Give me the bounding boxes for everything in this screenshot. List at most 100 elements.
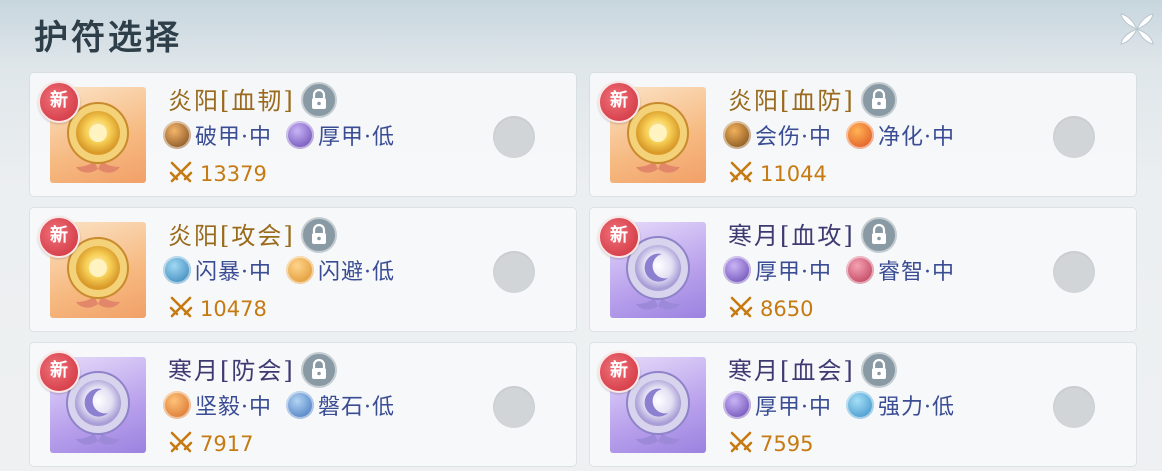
attribute-item: 闪暴·中 xyxy=(163,254,272,286)
select-radio[interactable] xyxy=(1053,251,1095,293)
amulet-name: 炎阳[血韧] xyxy=(168,87,295,115)
select-radio[interactable] xyxy=(493,116,535,158)
crossed-swords-icon xyxy=(168,159,200,189)
select-radio[interactable] xyxy=(493,251,535,293)
combat-power-value: 10478 xyxy=(200,297,267,321)
boulder-icon xyxy=(286,391,314,419)
new-badge: 新 xyxy=(38,81,80,123)
thick-armor-icon xyxy=(723,256,751,284)
attribute-label: 磐石·低 xyxy=(318,395,395,420)
new-badge: 新 xyxy=(598,216,640,258)
select-radio[interactable] xyxy=(493,386,535,428)
crossed-swords-icon xyxy=(168,429,200,459)
wisdom-icon xyxy=(846,256,874,284)
attribute-label: 厚甲·中 xyxy=(755,260,832,285)
attribute-item: 磐石·低 xyxy=(286,389,395,421)
new-badge: 新 xyxy=(38,216,80,258)
attribute-list: 厚甲·中 强力·低 xyxy=(723,389,969,421)
lock-icon xyxy=(303,84,335,116)
crit-damage-icon xyxy=(723,121,751,149)
resolute-icon xyxy=(163,391,191,419)
combat-power-value: 8650 xyxy=(760,297,814,321)
thick-armor-icon xyxy=(286,121,314,149)
attribute-label: 闪避·低 xyxy=(318,260,395,285)
lock-button[interactable] xyxy=(301,217,337,253)
attribute-label: 破甲·中 xyxy=(195,125,272,150)
attribute-item: 闪避·低 xyxy=(286,254,395,286)
new-badge: 新 xyxy=(598,351,640,393)
attribute-label: 睿智·中 xyxy=(878,260,955,285)
lock-button[interactable] xyxy=(861,352,897,388)
combat-power: 7595 xyxy=(728,429,813,459)
attribute-item: 会伤·中 xyxy=(723,119,832,151)
new-badge: 新 xyxy=(38,351,80,393)
attribute-list: 坚毅·中 磐石·低 xyxy=(163,389,409,421)
attribute-label: 厚甲·低 xyxy=(318,125,395,150)
amulet-card[interactable]: 新 炎阳[血韧] 破甲·中 厚甲·低 13379 xyxy=(30,73,576,196)
combat-power-value: 7595 xyxy=(760,432,814,456)
crossed-swords-icon xyxy=(728,159,760,189)
lock-icon xyxy=(303,354,335,386)
attribute-item: 厚甲·低 xyxy=(286,119,395,151)
amulet-name: 寒月[防会] xyxy=(168,357,295,385)
lock-button[interactable] xyxy=(861,82,897,118)
flash-burst-icon xyxy=(163,256,191,284)
attribute-label: 会伤·中 xyxy=(755,125,832,150)
attribute-item: 破甲·中 xyxy=(163,119,272,151)
amulet-name: 炎阳[攻会] xyxy=(168,222,295,250)
crossed-swords-icon xyxy=(728,294,760,324)
select-radio[interactable] xyxy=(1053,116,1095,158)
lock-button[interactable] xyxy=(861,217,897,253)
attribute-label: 强力·低 xyxy=(878,395,955,420)
purify-icon xyxy=(846,121,874,149)
crossed-swords-icon xyxy=(728,429,760,459)
attribute-list: 会伤·中 净化·中 xyxy=(723,119,969,151)
attribute-item: 坚毅·中 xyxy=(163,389,272,421)
attribute-item: 强力·低 xyxy=(846,389,955,421)
attribute-list: 破甲·中 厚甲·低 xyxy=(163,119,409,151)
lock-icon xyxy=(863,84,895,116)
amulet-card[interactable]: 新 炎阳[攻会] 闪暴·中 闪避·低 10478 xyxy=(30,208,576,331)
combat-power-value: 11044 xyxy=(760,162,827,186)
lock-icon xyxy=(863,354,895,386)
combat-power-value: 13379 xyxy=(200,162,267,186)
combat-power-value: 7917 xyxy=(200,432,254,456)
lock-button[interactable] xyxy=(301,352,337,388)
amulet-list: 新 炎阳[血韧] 破甲·中 厚甲·低 13379 新 炎阳[血防] 会伤·中 净化·中 11044… xyxy=(30,73,1140,471)
close-icon xyxy=(1120,13,1154,45)
attribute-item: 睿智·中 xyxy=(846,254,955,286)
amulet-card[interactable]: 新 寒月[血会] 厚甲·中 强力·低 7595 xyxy=(590,343,1136,466)
lock-button[interactable] xyxy=(301,82,337,118)
amulet-name: 炎阳[血防] xyxy=(728,87,855,115)
new-badge: 新 xyxy=(598,81,640,123)
amulet-name: 寒月[血会] xyxy=(728,357,855,385)
attribute-list: 厚甲·中 睿智·中 xyxy=(723,254,969,286)
attribute-item: 厚甲·中 xyxy=(723,389,832,421)
strength-icon xyxy=(846,391,874,419)
attribute-label: 净化·中 xyxy=(878,125,955,150)
combat-power: 11044 xyxy=(728,159,827,189)
close-button[interactable] xyxy=(1118,10,1156,48)
combat-power: 10478 xyxy=(168,294,267,324)
attribute-list: 闪暴·中 闪避·低 xyxy=(163,254,409,286)
page-title: 护符选择 xyxy=(34,18,182,58)
amulet-card[interactable]: 新 炎阳[血防] 会伤·中 净化·中 11044 xyxy=(590,73,1136,196)
attribute-label: 厚甲·中 xyxy=(755,395,832,420)
attribute-item: 厚甲·中 xyxy=(723,254,832,286)
combat-power: 8650 xyxy=(728,294,813,324)
thick-armor-icon xyxy=(723,391,751,419)
lock-icon xyxy=(863,219,895,251)
lock-icon xyxy=(303,219,335,251)
attribute-label: 坚毅·中 xyxy=(195,395,272,420)
dodge-icon xyxy=(286,256,314,284)
amulet-name: 寒月[血攻] xyxy=(728,222,855,250)
crossed-swords-icon xyxy=(168,294,200,324)
select-radio[interactable] xyxy=(1053,386,1095,428)
break-armor-icon xyxy=(163,121,191,149)
combat-power: 13379 xyxy=(168,159,267,189)
attribute-item: 净化·中 xyxy=(846,119,955,151)
combat-power: 7917 xyxy=(168,429,253,459)
amulet-card[interactable]: 新 寒月[血攻] 厚甲·中 睿智·中 8650 xyxy=(590,208,1136,331)
amulet-card[interactable]: 新 寒月[防会] 坚毅·中 磐石·低 7917 xyxy=(30,343,576,466)
attribute-label: 闪暴·中 xyxy=(195,260,272,285)
